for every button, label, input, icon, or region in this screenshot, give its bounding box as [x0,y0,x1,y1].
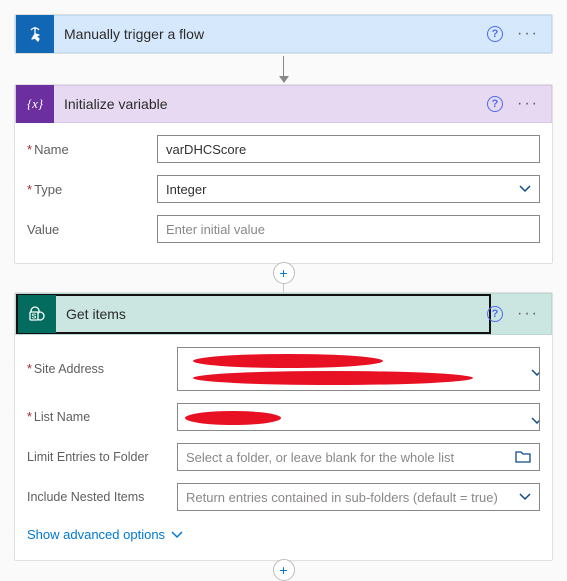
add-action-button[interactable]: + [273,262,295,284]
limit-folder-input[interactable]: Select a folder, or leave blank for the … [177,443,540,471]
initialize-variable-body: *Name varDHCScore *Type Integer Value En… [15,123,552,263]
show-advanced-options-link[interactable]: Show advanced options [27,517,183,546]
variable-icon: {x} [16,85,54,123]
more-menu-button[interactable]: ··· [513,95,543,113]
initialize-variable-title: Initialize variable [54,96,487,112]
chevron-down-icon [519,493,531,501]
initialize-variable-header[interactable]: {x} Initialize variable ? ··· [15,85,552,123]
svg-text:{x}: {x} [27,96,44,111]
get-items-title: Get items [56,306,489,322]
trigger-title: Manually trigger a flow [54,26,487,42]
folder-icon[interactable] [515,450,531,464]
type-select[interactable]: Integer [157,175,540,203]
connector: + [14,561,553,581]
initialize-variable-card: {x} Initialize variable ? ··· *Name varD… [14,84,553,264]
sharepoint-icon: S [18,295,56,333]
site-address-label: *Site Address [27,362,177,376]
help-icon[interactable]: ? [487,306,503,322]
tap-icon [16,15,54,53]
trigger-card: Manually trigger a flow ? ··· [14,14,553,54]
svg-text:S: S [32,314,37,321]
help-icon[interactable]: ? [487,96,503,112]
help-icon[interactable]: ? [487,26,503,42]
include-nested-select[interactable]: Return entries contained in sub-folders … [177,483,540,511]
name-label: *Name [27,142,157,157]
list-name-label: *List Name [27,410,177,424]
list-name-select[interactable] [177,403,540,431]
value-input[interactable]: Enter initial value [157,215,540,243]
trigger-header[interactable]: Manually trigger a flow ? ··· [15,15,552,53]
get-items-card: S Get items ? ··· *Site Address [14,292,553,561]
more-menu-button[interactable]: ··· [513,25,543,43]
connector: + [14,264,553,292]
include-nested-label: Include Nested Items [27,490,177,504]
value-label: Value [27,222,157,237]
get-items-body: *Site Address *List Name [15,335,552,560]
limit-folder-label: Limit Entries to Folder [27,450,177,464]
more-menu-button[interactable]: ··· [513,305,543,323]
name-input[interactable]: varDHCScore [157,135,540,163]
site-address-select[interactable] [177,347,540,391]
chevron-down-icon [171,531,183,539]
get-items-header[interactable]: S Get items ? ··· [15,293,552,335]
type-label: *Type [27,182,157,197]
chevron-down-icon [519,185,531,193]
add-action-button[interactable]: + [273,559,295,581]
connector-arrow [14,54,553,84]
